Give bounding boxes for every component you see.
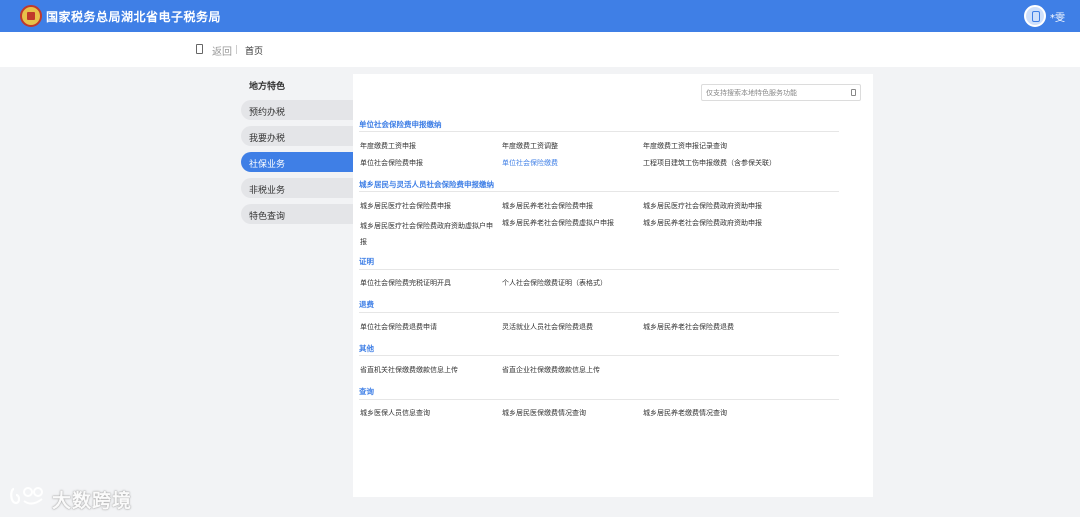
service-link-highlighted[interactable]: 单位社会保险缴费 xyxy=(502,158,558,168)
service-panel: 单位社会保险费申报缴纳 年度缴费工资申报 年度缴费工资调整 年度缴费工资申报记录… xyxy=(353,74,873,497)
section-divider xyxy=(359,312,839,313)
section-title: 其他 xyxy=(359,344,374,353)
breadcrumb-bar: 返回 首页 xyxy=(0,32,1080,67)
service-link[interactable]: 单位社会保险费退费申请 xyxy=(360,322,437,332)
service-link[interactable]: 城乡居民养老社会保险费虚拟户申报 xyxy=(502,218,614,228)
section-title: 单位社会保险费申报缴纳 xyxy=(359,120,442,129)
service-link[interactable]: 城乡医保人员信息查询 xyxy=(360,408,430,418)
sidebar-item-social-insurance[interactable]: 社保业务 xyxy=(241,152,353,172)
site-title[interactable]: 国家税务总局湖北省电子税务局 xyxy=(46,8,221,25)
section-title: 证明 xyxy=(359,257,374,266)
service-link[interactable]: 城乡居民医疗社会保险费政府资助虚拟户申报 xyxy=(360,218,498,250)
service-link[interactable]: 单位社会保险费申报 xyxy=(360,158,423,168)
section-title: 城乡居民与灵活人员社会保险费申报缴纳 xyxy=(359,180,494,189)
sidebar-title: 地方特色 xyxy=(249,82,286,92)
service-link[interactable]: 年度缴费工资申报 xyxy=(360,141,416,151)
section-divider xyxy=(359,355,839,356)
search-box xyxy=(701,84,861,101)
breadcrumb-divider xyxy=(236,45,237,54)
service-link[interactable]: 单位社会保险费完税证明开具 xyxy=(360,278,451,288)
back-icon[interactable] xyxy=(196,44,203,54)
service-link[interactable]: 灵活就业人员社会保险费退费 xyxy=(502,322,593,332)
sidebar-item-non-tax[interactable]: 非税业务 xyxy=(241,178,353,198)
section-divider xyxy=(359,269,839,270)
service-link[interactable]: 年度缴费工资调整 xyxy=(502,141,558,151)
service-link[interactable]: 省直企业社保缴费缴款信息上传 xyxy=(502,365,600,375)
breadcrumb-home[interactable]: 首页 xyxy=(245,44,263,57)
service-link[interactable]: 城乡居民医疗社会保险费政府资助申报 xyxy=(643,201,762,211)
top-header: 国家税务总局湖北省电子税务局 *雯 xyxy=(0,0,1080,32)
service-link[interactable]: 年度缴费工资申报记录查询 xyxy=(643,141,727,151)
sidebar-item-special-query[interactable]: 特色查询 xyxy=(241,204,353,224)
tax-emblem-icon[interactable] xyxy=(20,5,42,27)
search-icon[interactable] xyxy=(851,89,856,96)
service-link[interactable]: 城乡居民医疗社会保险费申报 xyxy=(360,201,451,211)
watermark-text: 大数跨境 xyxy=(52,490,133,512)
back-button[interactable]: 返回 xyxy=(212,43,232,58)
service-link[interactable]: 城乡居民养老缴费情况查询 xyxy=(643,408,727,418)
user-name[interactable]: *雯 xyxy=(1050,9,1065,24)
section-divider xyxy=(359,191,839,192)
sidebar-item-tax-handling[interactable]: 我要办税 xyxy=(241,126,353,146)
service-link[interactable]: 城乡居民养老社会保险费政府资助申报 xyxy=(643,218,762,228)
section-title: 退费 xyxy=(359,300,374,309)
sidebar-item-appointment[interactable]: 预约办税 xyxy=(241,100,353,120)
service-link[interactable]: 省直机关社保缴费缴款信息上传 xyxy=(360,365,458,375)
section-divider xyxy=(359,131,839,132)
service-link[interactable]: 个人社会保险缴费证明（表格式） xyxy=(502,278,607,288)
service-link[interactable]: 城乡居民养老社会保险费申报 xyxy=(502,201,593,211)
search-input[interactable] xyxy=(706,86,846,99)
section-title: 查询 xyxy=(359,387,374,396)
user-avatar-icon[interactable] xyxy=(1024,5,1046,27)
service-link[interactable]: 城乡居民医保缴费情况查询 xyxy=(502,408,586,418)
section-divider xyxy=(359,399,839,400)
service-link[interactable]: 工程项目建筑工伤申报缴费（含参保关联） xyxy=(643,158,776,168)
service-link[interactable]: 城乡居民养老社会保险费退费 xyxy=(643,322,734,332)
watermark-logo-icon xyxy=(10,487,43,505)
